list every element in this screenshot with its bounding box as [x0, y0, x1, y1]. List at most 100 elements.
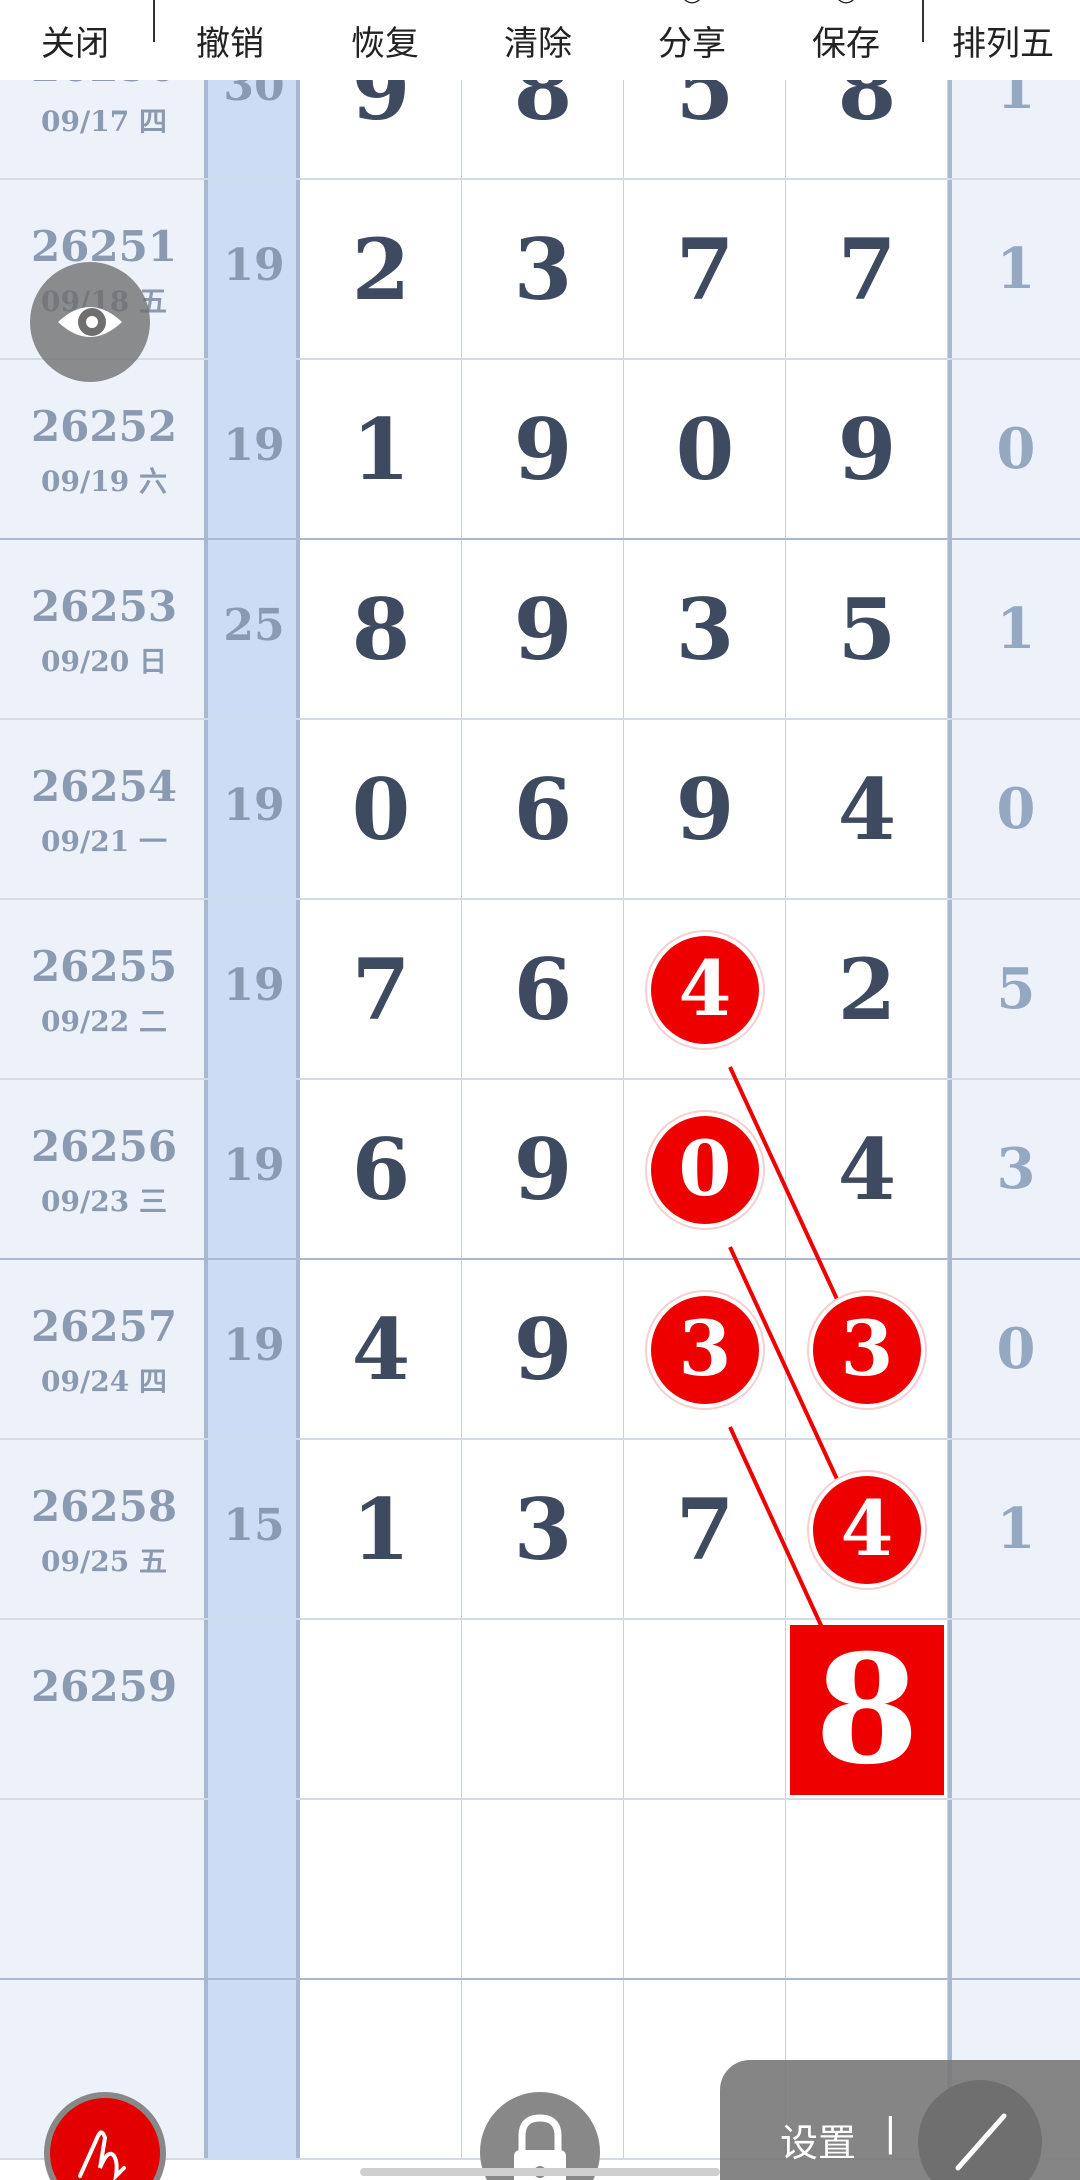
digit-cell[interactable] [786, 1620, 948, 1800]
digit-cell[interactable]: 6 [462, 900, 624, 1080]
digit-cell[interactable]: 4 [300, 1260, 462, 1440]
fifth-digit-cell: 3 [948, 1080, 1080, 1260]
digit-cell[interactable]: 9 [786, 360, 948, 540]
table-row: 26256 09/23 三 19 6 9 0 4 3 [0, 1080, 1080, 1262]
digit-cell[interactable]: 4 [786, 1440, 948, 1620]
digit-cell[interactable]: 7 [786, 180, 948, 360]
digit-cell[interactable]: 9 [462, 360, 624, 540]
signature-pen-icon [78, 2130, 126, 2180]
digit-cell[interactable] [300, 1620, 462, 1800]
table-row: 26252 09/19 六 19 1 9 0 9 0 [0, 360, 1080, 542]
digit-cell[interactable]: 2 [786, 900, 948, 1080]
pen-tool-button[interactable] [44, 2092, 166, 2180]
digit-cell[interactable]: 6 [300, 1080, 462, 1260]
undo-icon: ↶ [160, 0, 300, 3]
undo-button[interactable]: ↶ 撤销 [160, 0, 300, 80]
digit-value: 0 [351, 760, 411, 859]
fifth-digit-value: 0 [996, 1316, 1036, 1382]
table-row [0, 1800, 1080, 1982]
toggle-visibility-button[interactable] [30, 262, 150, 382]
digit-cell[interactable]: 8 [300, 540, 462, 720]
digit-cell[interactable]: 4 [786, 1080, 948, 1260]
sum-cell: 19 [208, 1260, 300, 1440]
digit-value: 3 [675, 1300, 735, 1399]
issue-date: 09/21 一 [41, 825, 167, 858]
fifth-digit-value: 1 [996, 236, 1036, 302]
sum-cell: 19 [208, 180, 300, 360]
fifth-digit-cell: 1 [948, 540, 1080, 720]
issue-date: 09/22 二 [41, 1005, 167, 1038]
digit-value: 2 [837, 940, 897, 1039]
digit-cell[interactable] [624, 1800, 786, 1980]
digit-cell[interactable]: 3 [624, 540, 786, 720]
issue-cell: 26259 [0, 1620, 208, 1800]
clear-button[interactable]: ▭ 清除 [468, 0, 608, 80]
sum-value: 19 [223, 1140, 285, 1191]
issue-number: 26252 [30, 402, 178, 451]
settings-panel[interactable]: 设置 | [720, 2060, 1080, 2180]
digit-cell[interactable]: 0 [300, 720, 462, 900]
fifth-digit-cell: 0 [948, 360, 1080, 540]
table-row: 2625109/18 五1923771 [0, 180, 1080, 360]
digit-value: 9 [513, 1300, 573, 1399]
digit-cell[interactable] [300, 1980, 462, 2160]
digit-cell[interactable]: 3 [624, 1260, 786, 1440]
digit-value: 2 [351, 220, 411, 319]
digit-value: 9 [513, 400, 573, 499]
fifth-digit-value: 5 [996, 956, 1036, 1022]
digit-cell[interactable] [786, 1800, 948, 1980]
digit-cell[interactable]: 1 [300, 360, 462, 540]
fifth-digit-cell: 1 [948, 1440, 1080, 1620]
digit-cell[interactable] [462, 1800, 624, 1980]
sum-value: 19 [223, 1320, 285, 1371]
digit-cell[interactable]: 9 [462, 1260, 624, 1440]
lock-button[interactable] [480, 2092, 600, 2180]
share-button[interactable]: ◯ 分享 [622, 0, 762, 80]
fifth-digit-value: 0 [996, 416, 1036, 482]
digit-cell[interactable]: 2 [300, 180, 462, 360]
digit-cell[interactable]: 7 [300, 900, 462, 1080]
digit-cell[interactable]: 0 [624, 1080, 786, 1260]
digit-cell[interactable]: 7 [624, 1440, 786, 1620]
top-toolbar: ✕ 关闭 ↶ 撤销 ↷ 恢复 ▭ 清除 ◯ 分享 ◯ 保存 排列五 [0, 0, 1080, 80]
issue-number: 26256 [30, 1122, 178, 1171]
digit-cell[interactable]: 5 [786, 540, 948, 720]
close-button[interactable]: ✕ 关闭 [5, 0, 145, 80]
close-icon: ✕ [5, 0, 145, 3]
digit-value: 9 [513, 580, 573, 679]
home-indicator[interactable] [360, 2168, 720, 2176]
digit-value: 6 [351, 1120, 411, 1219]
digit-cell[interactable]: 3 [462, 180, 624, 360]
lottery-trend-grid[interactable]: 2625009/17 四30985812625109/18 五192377126… [0, 0, 1080, 2180]
digit-cell[interactable]: 6 [462, 720, 624, 900]
lottery-type-button[interactable]: 排列五 [933, 0, 1073, 80]
digit-cell[interactable]: 4 [624, 900, 786, 1080]
digit-cell[interactable]: 7 [624, 180, 786, 360]
redo-icon: ↷ [315, 0, 455, 3]
digit-cell[interactable] [462, 1620, 624, 1800]
issue-number: 26254 [30, 762, 178, 811]
digit-cell[interactable]: 0 [624, 360, 786, 540]
sum-cell: 19 [208, 900, 300, 1080]
digit-cell[interactable]: 9 [624, 720, 786, 900]
digit-cell[interactable] [624, 1620, 786, 1800]
redo-button[interactable]: ↷ 恢复 [315, 0, 455, 80]
digit-cell[interactable]: 9 [462, 540, 624, 720]
clear-label: 清除 [504, 24, 572, 64]
redo-label: 恢复 [351, 24, 419, 64]
digit-cell[interactable]: 3 [462, 1440, 624, 1620]
save-button[interactable]: ◯ 保存 [776, 0, 916, 80]
digit-cell[interactable]: 4 [786, 720, 948, 900]
digit-cell[interactable] [300, 1800, 462, 1980]
digit-cell[interactable]: 1 [300, 1440, 462, 1620]
issue-cell: 26252 09/19 六 [0, 360, 208, 540]
issue-cell: 26255 09/22 二 [0, 900, 208, 1080]
lock-icon [514, 2114, 566, 2180]
line-tool-button[interactable] [918, 2080, 1042, 2180]
digit-value: 7 [837, 220, 897, 319]
digit-cell[interactable]: 9 [462, 1080, 624, 1260]
toolbar-divider [922, 0, 924, 42]
settings-label[interactable]: 设置 [780, 2112, 856, 2167]
digit-cell[interactable]: 3 [786, 1260, 948, 1440]
sum-value: 25 [223, 600, 285, 651]
